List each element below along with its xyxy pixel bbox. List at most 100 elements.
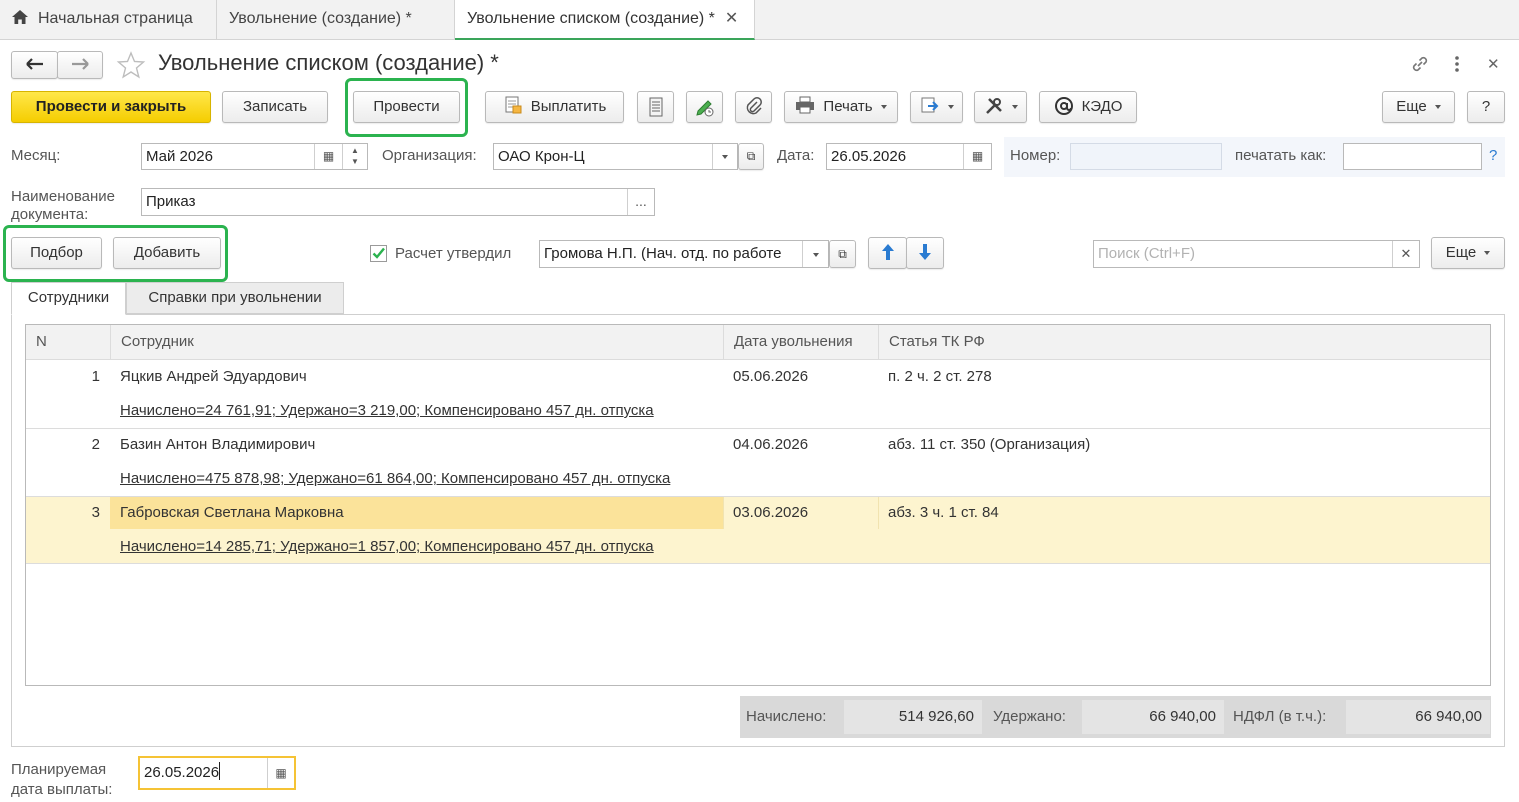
- open-organization-button[interactable]: ⧉: [738, 143, 764, 170]
- employee-name: Яцкив Андрей Эдуардович: [120, 368, 307, 385]
- back-button[interactable]: [11, 51, 58, 79]
- move-up-button[interactable]: [868, 237, 907, 269]
- at-sign-icon: [1054, 97, 1073, 115]
- table-row[interactable]: 2 Базин Антон Владимирович 04.06.2026 аб…: [26, 429, 1490, 496]
- organization-field[interactable]: ОАО Крон-Ц: [493, 143, 738, 170]
- calendar-icon[interactable]: ▦: [314, 144, 342, 169]
- employee-name: Габровская Светлана Марковна: [120, 504, 344, 521]
- column-header-article[interactable]: Статья ТК РФ: [878, 325, 1490, 360]
- print-button[interactable]: Печать: [784, 91, 898, 123]
- sign-edit-button[interactable]: [686, 91, 723, 123]
- table-more-button[interactable]: Еще: [1431, 237, 1505, 269]
- clear-search-icon[interactable]: ✕: [1392, 241, 1419, 267]
- close-icon[interactable]: ✕: [725, 10, 738, 27]
- post-and-close-button[interactable]: Провести и закрыть: [11, 91, 211, 123]
- docname-label-line2: документа:: [11, 206, 89, 223]
- subtab-certificates[interactable]: Справки при увольнении: [126, 282, 344, 314]
- month-spinner[interactable]: ▲ ▼: [342, 144, 367, 169]
- more-button[interactable]: Еще: [1382, 91, 1455, 123]
- calendar-icon[interactable]: ▦: [267, 758, 294, 788]
- register-button[interactable]: [637, 91, 674, 123]
- list-register-icon: [649, 97, 662, 117]
- tools-button[interactable]: [974, 91, 1027, 123]
- calendar-icon[interactable]: ▦: [963, 144, 991, 169]
- search-input[interactable]: Поиск (Ctrl+F): [1093, 240, 1420, 268]
- more-vertical-icon[interactable]: [1452, 54, 1462, 74]
- calculation-details-link[interactable]: Начислено=24 761,91; Удержано=3 219,00; …: [120, 402, 654, 419]
- approved-checkbox[interactable]: [370, 245, 387, 262]
- column-header-employee[interactable]: Сотрудник: [110, 325, 723, 360]
- number-field[interactable]: [1070, 143, 1222, 170]
- chevron-down-icon: [947, 105, 954, 110]
- chevron-down-icon: [1011, 105, 1018, 110]
- arrow-left-icon: [25, 58, 43, 70]
- pay-date-label-line2: дата выплаты:: [11, 781, 113, 798]
- row-number: 2: [91, 436, 100, 453]
- link-icon[interactable]: [1409, 53, 1431, 75]
- help-button[interactable]: ?: [1467, 91, 1505, 123]
- date-label: Дата:: [777, 147, 815, 164]
- more-button-label: Еще: [1396, 98, 1427, 115]
- text-cursor: [219, 762, 221, 780]
- row-divider: [26, 563, 1490, 564]
- select-docname-button[interactable]: ...: [627, 189, 654, 215]
- open-approved-button[interactable]: ⧉: [829, 240, 856, 268]
- create-based-icon: [921, 97, 938, 113]
- organization-value: ОАО Крон-Ц: [498, 148, 585, 165]
- table-row-selected[interactable]: 3 Габровская Светлана Марковна 03.06.202…: [26, 497, 1490, 563]
- help-icon[interactable]: ?: [1489, 147, 1497, 164]
- kedo-button[interactable]: КЭДО: [1039, 91, 1137, 123]
- organization-dropdown[interactable]: [712, 144, 737, 169]
- print-as-field[interactable]: [1343, 143, 1482, 170]
- calculation-details-link[interactable]: Начислено=14 285,71; Удержано=1 857,00; …: [120, 538, 654, 555]
- date-value: 26.05.2026: [831, 148, 907, 165]
- docname-value: Приказ: [146, 193, 196, 210]
- ndfl-label: НДФЛ (в т.ч.):: [1233, 708, 1327, 725]
- column-header-n[interactable]: N: [26, 325, 110, 360]
- withheld-label: Удержано:: [993, 708, 1066, 725]
- totals-bar: Начислено: 514 926,60 Удержано: 66 940,0…: [740, 696, 1491, 738]
- payment-doc-icon: [505, 96, 522, 114]
- approved-label: Расчет утвердил: [395, 245, 512, 262]
- chevron-down-icon: [812, 252, 819, 257]
- tab-home-label: Начальная страница: [38, 10, 193, 27]
- subtab-employees[interactable]: Сотрудники: [11, 282, 126, 315]
- favorite-star-icon[interactable]: [116, 50, 146, 80]
- pay-button[interactable]: Выплатить: [485, 91, 624, 123]
- pay-date-label: Планируемая дата выплаты:: [11, 760, 112, 800]
- select-button[interactable]: Подбор: [11, 237, 102, 269]
- month-value: Май 2026: [146, 148, 213, 165]
- save-button[interactable]: Записать: [222, 91, 328, 123]
- printer-icon: [796, 96, 815, 114]
- docname-field[interactable]: Приказ: [141, 188, 655, 216]
- chevron-down-icon: [880, 105, 887, 110]
- cell-divider: [878, 497, 879, 529]
- add-button[interactable]: Добавить: [113, 237, 221, 269]
- tab-home[interactable]: Начальная страница: [0, 0, 217, 40]
- column-header-date[interactable]: Дата увольнения: [723, 325, 878, 360]
- open-icon: ⧉: [746, 149, 756, 163]
- employee-name: Базин Антон Владимирович: [120, 436, 316, 453]
- approved-by-dropdown[interactable]: [802, 241, 828, 267]
- attach-button[interactable]: [735, 91, 772, 123]
- forward-button[interactable]: [57, 51, 103, 79]
- move-down-button[interactable]: [906, 237, 944, 269]
- arrow-down-icon: [919, 244, 931, 260]
- create-based-button[interactable]: [910, 91, 963, 123]
- chevron-down-icon: [1484, 251, 1491, 256]
- approved-by-field[interactable]: Громова Н.П. (Нач. отд. по работе: [539, 240, 829, 268]
- pay-button-label: Выплатить: [530, 98, 607, 115]
- post-button[interactable]: Провести: [353, 91, 460, 123]
- dismissal-date: 03.06.2026: [733, 504, 809, 521]
- home-icon: [12, 10, 28, 24]
- calculation-details-link[interactable]: Начислено=475 878,98; Удержано=61 864,00…: [120, 470, 670, 487]
- tab-dismissal[interactable]: Увольнение (создание) *: [217, 0, 455, 40]
- subtab-certificates-label: Справки при увольнении: [148, 289, 322, 306]
- table-row[interactable]: 1 Яцкив Андрей Эдуардович 05.06.2026 п. …: [26, 361, 1490, 428]
- pay-date-label-line1: Планируемая: [11, 761, 107, 778]
- tab-dismissal-list[interactable]: Увольнение списком (создание) * ✕: [455, 0, 755, 40]
- pen-clock-icon: [695, 100, 713, 117]
- month-label: Месяц:: [11, 147, 61, 164]
- close-window-icon[interactable]: ✕: [1487, 55, 1500, 73]
- arrow-right-icon: [72, 58, 89, 70]
